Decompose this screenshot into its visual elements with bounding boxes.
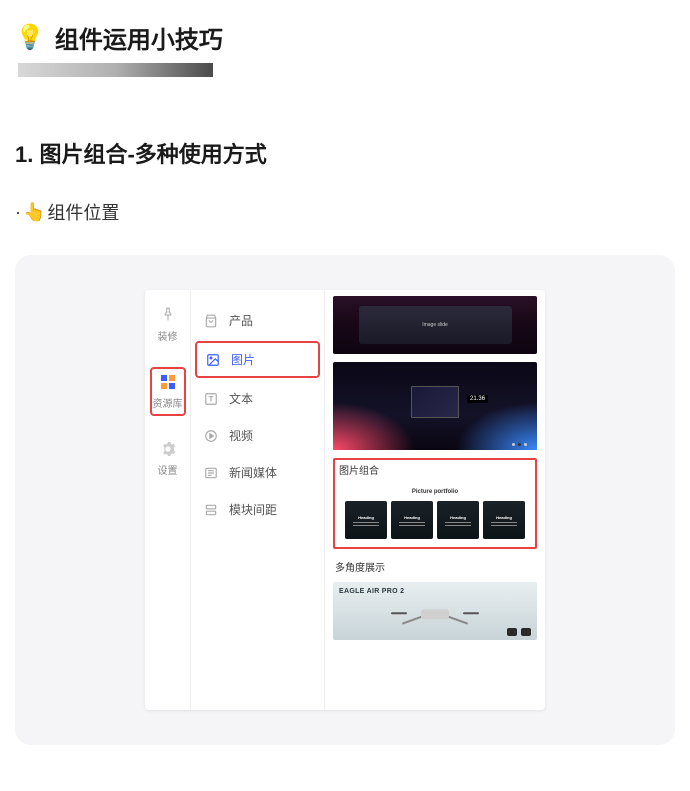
portfolio-title: Picture portfolio: [345, 489, 525, 495]
screenshot-container: 装修 资源库 设置 产品: [15, 255, 675, 745]
nav-settings[interactable]: 设置: [156, 436, 180, 481]
nav-decorate[interactable]: 装修: [156, 302, 180, 347]
portfolio-card[interactable]: Heading: [437, 501, 479, 539]
multi-angle-label: 多角度展示: [333, 559, 537, 574]
menu-label: 产品: [229, 312, 253, 329]
nav-label: 装修: [158, 328, 178, 343]
text-icon: [203, 391, 219, 407]
portfolio-section-label: 图片组合: [337, 462, 533, 477]
brush-icon: [159, 306, 177, 324]
gear-icon: [159, 440, 177, 458]
subpoint: · 👆 组件位置: [15, 199, 675, 225]
menu-label: 新闻媒体: [229, 464, 277, 481]
image-icon: [205, 352, 221, 368]
menu-text[interactable]: 文本: [191, 380, 324, 417]
menu-video[interactable]: 视频: [191, 417, 324, 454]
laptop-text: Image slide: [422, 322, 448, 328]
menu-news[interactable]: 新闻媒体: [191, 454, 324, 491]
carousel-dots[interactable]: [512, 443, 527, 446]
news-icon: [203, 465, 219, 481]
bag-icon: [203, 313, 219, 329]
app-panel: 装修 资源库 设置 产品: [145, 290, 545, 710]
bulb-icon: 💡: [15, 23, 45, 52]
preview-laptop[interactable]: Image slide: [333, 296, 537, 354]
menu-spacing[interactable]: 模块间距: [191, 491, 324, 528]
preview-portfolio[interactable]: 图片组合 Picture portfolio Heading Heading: [333, 458, 537, 549]
page-title: 组件运用小技巧: [55, 20, 223, 55]
drone-title: EAGLE AIR PRO 2: [339, 588, 531, 595]
subpoint-bullet: ·: [15, 202, 21, 223]
menu-label: 模块间距: [229, 501, 277, 518]
drone-accessory-icon: [507, 628, 517, 636]
portfolio-card[interactable]: Heading: [391, 501, 433, 539]
nav-library[interactable]: 资源库: [150, 367, 186, 416]
nav-label: 资源库: [153, 395, 183, 410]
play-icon: [203, 428, 219, 444]
menu-label: 视频: [229, 427, 253, 444]
portfolio-card[interactable]: Heading: [345, 501, 387, 539]
point-down-icon: 👆: [23, 202, 45, 223]
nav-label: 设置: [158, 462, 178, 477]
preview-drone[interactable]: EAGLE AIR PRO 2: [333, 582, 537, 640]
drone-icon: [395, 601, 475, 629]
section-heading: 1. 图片组合-多种使用方式: [15, 137, 675, 169]
preview-rgb-desk[interactable]: 21.36: [333, 362, 537, 450]
portfolio-card[interactable]: Heading: [483, 501, 525, 539]
drone-accessory-icon: [521, 628, 531, 636]
spacing-icon: [203, 502, 219, 518]
title-underline: [18, 63, 213, 77]
menu-label: 文本: [229, 390, 253, 407]
menu-image[interactable]: 图片: [195, 341, 320, 378]
grid-icon: [159, 373, 177, 391]
menu-label: 图片: [231, 351, 255, 368]
clock-display: 21.36: [467, 395, 488, 403]
preview-area: Image slide 21.36 图片组合 Picture portfolio: [325, 290, 545, 710]
subpoint-text: 组件位置: [47, 199, 119, 225]
menu-product[interactable]: 产品: [191, 302, 324, 339]
left-nav: 装修 资源库 设置: [145, 290, 191, 710]
menu-list: 产品 图片 文本 视频: [191, 290, 325, 710]
